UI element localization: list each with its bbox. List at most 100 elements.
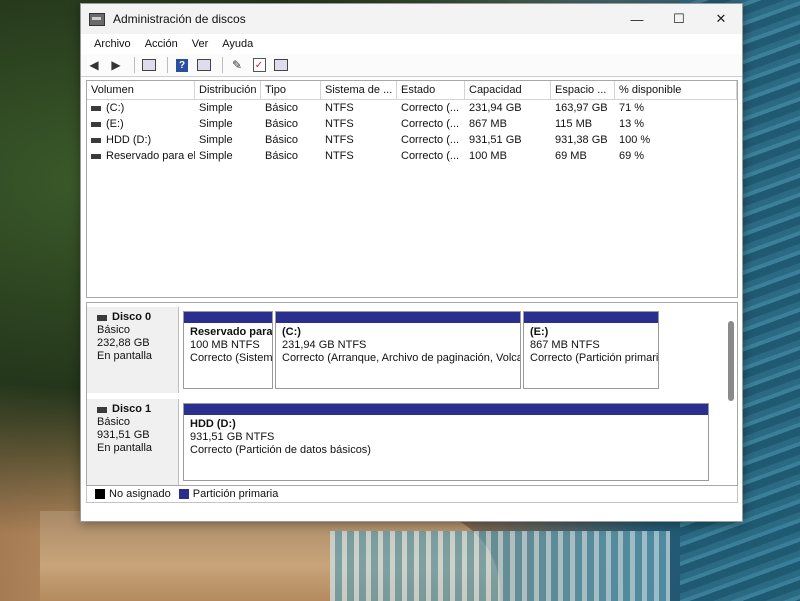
column-header-capacidad[interactable]: Capacidad: [465, 81, 551, 99]
volume-name: (C:): [106, 102, 125, 114]
disk-management-window: Administración de discos — ☐ ✕ Archivo A…: [80, 3, 743, 522]
table-row[interactable]: HDD (D:) Simple Básico NTFS Correcto (... 931…: [87, 132, 737, 148]
cell-capacidad: 231,94 GB: [469, 102, 522, 114]
cell-tipo: Básico: [265, 150, 299, 162]
properties-icon[interactable]: [140, 57, 158, 73]
partition-type-bar: [276, 312, 520, 323]
column-header-disponible[interactable]: % disponible: [615, 81, 737, 99]
partition-block[interactable]: Reservado para 100 MB NTFS Correcto (Siste…: [183, 311, 273, 389]
unallocated-swatch: [95, 489, 105, 499]
partition-type-bar: [184, 404, 708, 415]
vertical-scrollbar[interactable]: [726, 307, 736, 477]
volume-name: Reservado para el...: [106, 150, 195, 162]
view-icon[interactable]: [272, 57, 290, 73]
column-header-distribucion[interactable]: Distribución: [195, 81, 261, 99]
wallpaper-foam: [330, 531, 670, 601]
cell-capacidad: 100 MB: [469, 150, 507, 162]
disk-row-0[interactable]: Disco 0 Básico 232,88 GB En pantalla Reserva…: [87, 307, 723, 393]
table-row[interactable]: (E:) Simple Básico NTFS Correcto (... 867 MB 1…: [87, 116, 737, 132]
forward-arrow-icon[interactable]: ▶: [107, 57, 125, 73]
list-view-icon[interactable]: [195, 57, 213, 73]
partition-status: Correcto (Arranque, Archivo de paginació…: [282, 352, 520, 364]
partition-name: HDD (D:): [190, 418, 236, 430]
partition-status: Correcto (Partición primaria: [530, 352, 658, 364]
minimize-button[interactable]: —: [616, 4, 658, 34]
menu-bar: Archivo Acción Ver Ayuda: [81, 34, 742, 54]
partition-name: Reservado para: [190, 326, 272, 338]
table-row[interactable]: Reservado para el... Simple Básico NTFS Corr…: [87, 148, 737, 164]
check-icon[interactable]: ✓: [250, 57, 268, 73]
scrollbar-thumb[interactable]: [728, 321, 734, 401]
partition-strip: Reservado para 100 MB NTFS Correcto (Siste…: [183, 311, 719, 389]
volume-icon: [91, 137, 101, 143]
cell-distribucion: Simple: [199, 118, 233, 130]
partition-block[interactable]: (E:) 867 MB NTFS Correcto (Partición prima…: [523, 311, 659, 389]
cell-espacio: 69 MB: [555, 150, 587, 162]
disk-name: Disco 0: [97, 311, 178, 324]
partition-block[interactable]: (C:) 231,94 GB NTFS Correcto (Arranque, Ar…: [275, 311, 521, 389]
title-bar[interactable]: Administración de discos — ☐ ✕: [81, 4, 742, 34]
menu-archivo[interactable]: Archivo: [87, 38, 138, 50]
disk-icon: [97, 406, 107, 413]
cell-tipo: Básico: [265, 118, 299, 130]
back-arrow-icon[interactable]: ◀: [85, 57, 103, 73]
toolbar-separator: [222, 57, 223, 73]
volume-name: (E:): [106, 118, 124, 130]
cell-distribucion: Simple: [199, 134, 233, 146]
legend-primary: Partición primaria: [192, 488, 279, 500]
cell-sistema: NTFS: [325, 118, 354, 130]
partition-name: (E:): [530, 326, 549, 338]
cell-distribucion: Simple: [199, 150, 233, 162]
column-header-estado[interactable]: Estado: [397, 81, 465, 99]
partition-size: 231,94 GB NTFS: [282, 339, 367, 351]
partition-size: 931,51 GB NTFS: [190, 431, 275, 443]
primary-partition-swatch: [178, 489, 189, 499]
partition-block[interactable]: HDD (D:) 931,51 GB NTFS Correcto (Partició…: [183, 403, 709, 481]
volume-icon: [91, 121, 101, 127]
disk-info[interactable]: Disco 0 Básico 232,88 GB En pantalla: [87, 307, 179, 393]
legend-unallocated: No asignado: [109, 488, 171, 500]
column-header-sistema[interactable]: Sistema de ...: [321, 81, 397, 99]
partition-size: 100 MB NTFS: [190, 339, 260, 351]
cell-espacio: 115 MB: [555, 118, 593, 130]
disk-name-label: Disco 0: [112, 311, 152, 323]
menu-ver[interactable]: Ver: [185, 38, 216, 50]
disk-row-1[interactable]: Disco 1 Básico 931,51 GB En pantalla HDD (D:…: [87, 399, 723, 485]
disk-info[interactable]: Disco 1 Básico 931,51 GB En pantalla: [87, 399, 179, 485]
cell-estado: Correcto (...: [401, 134, 460, 146]
toolbar-separator: [167, 57, 168, 73]
partition-details: (C:) 231,94 GB NTFS Correcto (Arranque, Ar…: [276, 323, 520, 368]
partition-type-bar: [524, 312, 658, 323]
partition-status: Correcto (Sistema: [190, 352, 272, 364]
column-header-tipo[interactable]: Tipo: [261, 81, 321, 99]
cell-espacio: 163,97 GB: [555, 102, 608, 114]
disk-type: Básico: [97, 416, 131, 428]
cell-volumen: (E:): [87, 118, 195, 130]
volume-icon: [91, 153, 101, 159]
cell-disponible: 69 %: [619, 150, 645, 162]
cell-volumen: HDD (D:): [87, 134, 195, 146]
cell-estado: Correcto (...: [401, 102, 460, 114]
volume-name: HDD (D:): [106, 134, 152, 146]
table-row[interactable]: (C:) Simple Básico NTFS Correcto (... 231,94 …: [87, 100, 737, 116]
cell-sistema: NTFS: [325, 134, 354, 146]
cell-volumen: Reservado para el...: [87, 150, 195, 162]
partition-name: (C:): [282, 326, 301, 338]
help-icon[interactable]: ?: [173, 57, 191, 73]
close-button[interactable]: ✕: [700, 4, 742, 34]
disk-icon: [97, 314, 107, 321]
cell-sistema: NTFS: [325, 150, 354, 162]
maximize-button[interactable]: ☐: [658, 4, 700, 34]
partition-strip: HDD (D:) 931,51 GB NTFS Correcto (Partició…: [183, 403, 719, 481]
cell-tipo: Básico: [265, 102, 299, 114]
disk-name: Disco 1: [97, 403, 178, 416]
connect-icon[interactable]: ✎: [228, 57, 246, 73]
cell-estado: Correcto (...: [401, 150, 460, 162]
cell-disponible: 71 %: [619, 102, 645, 114]
window-title: Administración de discos: [113, 12, 246, 26]
column-header-espacio[interactable]: Espacio ...: [551, 81, 615, 99]
menu-ayuda[interactable]: Ayuda: [215, 38, 260, 50]
column-header-volumen[interactable]: Volumen: [87, 81, 195, 99]
menu-accion[interactable]: Acción: [138, 38, 185, 50]
cell-disponible: 100 %: [619, 134, 651, 146]
